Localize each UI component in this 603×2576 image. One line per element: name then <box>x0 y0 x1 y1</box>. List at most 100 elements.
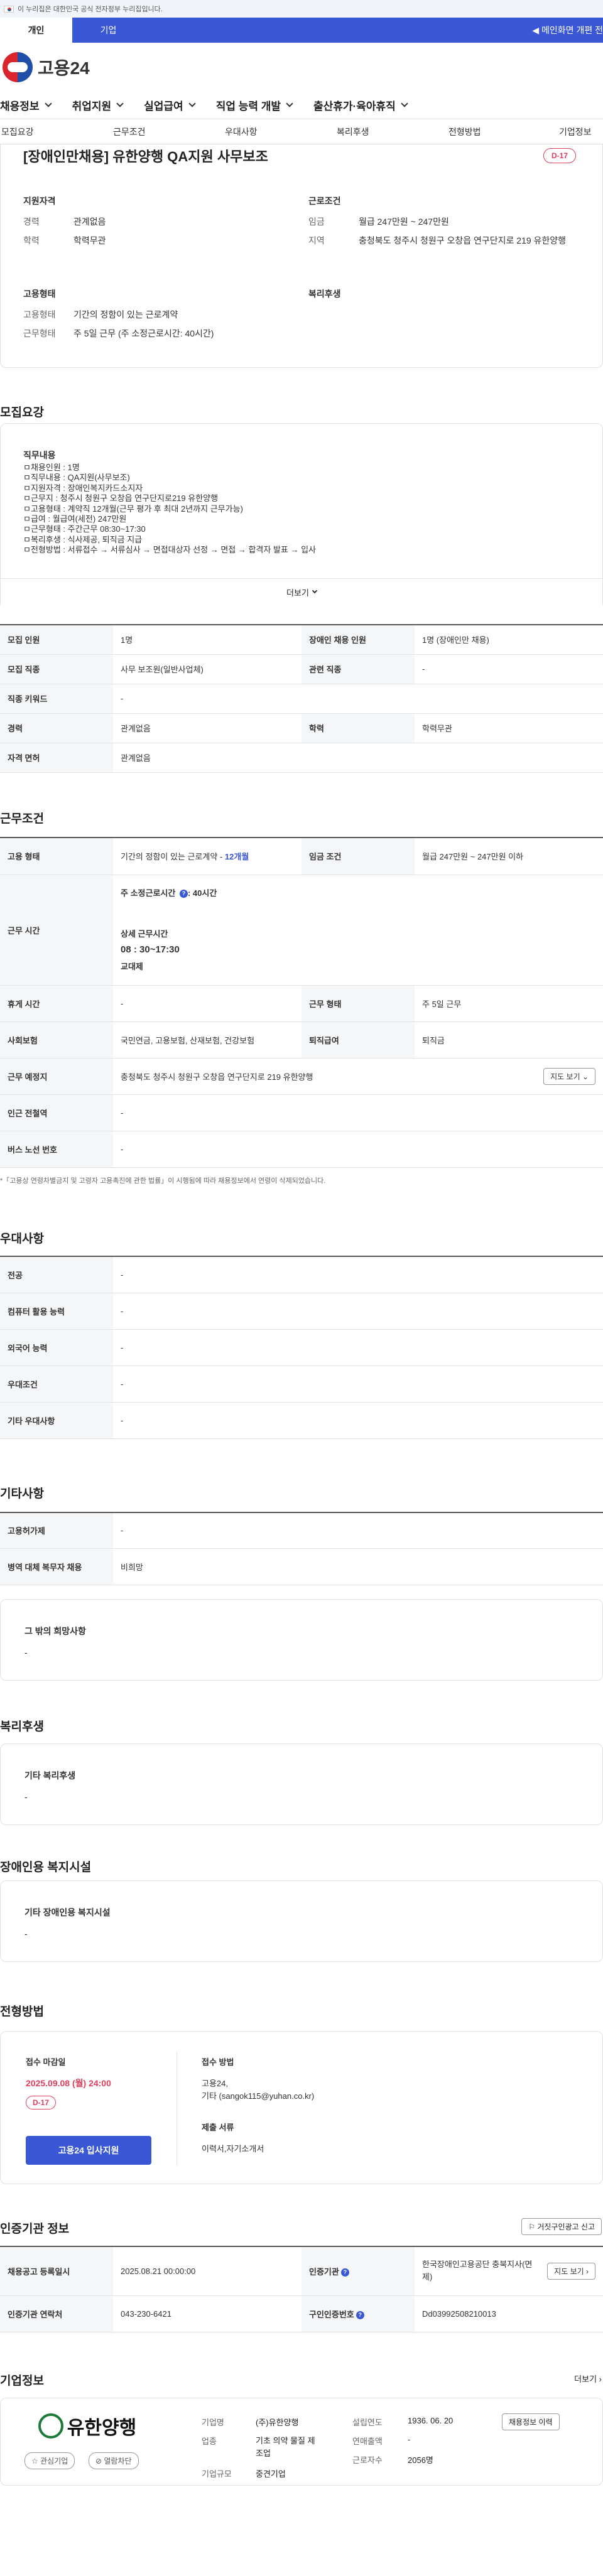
emp-months: 12개월 <box>224 852 249 862</box>
tab-company[interactable]: 기업 <box>72 18 144 43</box>
cell-header: 관련 직종 <box>302 654 415 684</box>
etc-header: 기타사항 <box>0 1439 603 1512</box>
other-wish-box: 그 밖의 희망사항 - <box>0 1599 603 1681</box>
recruit-header: 모집요강 <box>0 368 603 423</box>
table-row: 근무 예정지 충청북도 청주시 청원구 오창읍 연구단지로 219 유한양행 지… <box>0 1058 603 1095</box>
cell-value: 퇴직금 <box>415 1021 603 1059</box>
pref-table: 전공 - 컴퓨터 활용 능력 - 외국어 능력 - 우대조건 - 기타 우대사항 - <box>0 1256 603 1439</box>
pref-header: 우대사항 <box>0 1193 603 1256</box>
method-title: 접수 방법 <box>202 2057 234 2067</box>
welfare-title-small: 복리후생 <box>308 289 341 299</box>
table-row: 고용허가제 - <box>0 1512 603 1549</box>
cell-header: 경력 <box>0 713 113 743</box>
anchor-company[interactable]: 기업정보 <box>559 126 592 138</box>
nav-leave[interactable]: 출산휴가·육아휴직 <box>313 97 408 113</box>
nav-jobs[interactable]: 채용정보 <box>0 97 52 113</box>
size-label: 기업규모 <box>202 2469 232 2479</box>
founded-label: 설립연도 <box>352 2417 383 2427</box>
chevron-down-icon <box>312 588 318 594</box>
org-label: 인증기관 <box>309 2266 339 2277</box>
cell-value: 주 5일 근무 <box>415 985 603 1022</box>
job-history-button[interactable]: 채용정보 이력 <box>502 2413 560 2430</box>
chevron-down-icon <box>286 100 293 107</box>
cell-value: 한국장애인고용공단 충북지사(면제) 지도 보기 › <box>415 2246 603 2296</box>
duty-title: 직무내용 <box>23 450 56 460</box>
emp-type-text: 기간의 정함이 있는 근로계약 - <box>121 852 223 862</box>
cell-value: 충청북도 청주시 청원구 오창읍 연구단지로 219 유한양행 지도 보기 ⌄ <box>113 1058 603 1095</box>
job-summary-card: [장애인만채용] 유한양행 QA지원 사무보조 D-17 지원자격 경력 관계없음… <box>0 144 603 368</box>
more-button[interactable]: 더보기 <box>1 578 602 606</box>
anchor-recruit[interactable]: 모집요강 <box>1 126 34 138</box>
old-main-link[interactable]: ◀ 메인화면 개편 전 <box>532 18 603 43</box>
cell-header: 우대조건 <box>0 1366 113 1403</box>
cell-value: 관계없음 <box>113 713 302 743</box>
table-row: 직종 키워드 - <box>0 684 603 714</box>
anchor-process[interactable]: 전형방법 <box>448 126 481 138</box>
cell-value: 043-230-6421 <box>113 2295 302 2332</box>
recruit-table: 모집 인원 1명 장애인 채용 인원 1명 (장애인만 채용) 모집 직종 사무 보조원… <box>0 624 603 773</box>
table-row: 모집 직종 사무 보조원(일반사업체) 관련 직종 - <box>0 654 603 684</box>
company-more-link[interactable]: 더보기 › <box>574 2373 602 2385</box>
nav-label: 실업급여 <box>144 100 183 112</box>
welfare-box: 기타 복리후생 - <box>0 1743 603 1825</box>
industry-label: 업종 <box>202 2436 217 2446</box>
anchor-pref[interactable]: 우대사항 <box>225 126 258 138</box>
disabled-title: 장애인용 복지시설 <box>0 1861 92 1874</box>
cell-header: 고용허가제 <box>0 1512 113 1549</box>
cell-value: 주 소정근로시간 ?: 40시간 상세 근무시간 08 : 30~17:30 교… <box>113 875 603 986</box>
report-button[interactable]: ⚐ 거짓구인광고 신고 <box>521 2218 602 2235</box>
table-row: 인증기관 연락처 043-230-6421 구인인증번호? Dd03992508… <box>0 2295 603 2332</box>
user-type-tabs: 개인 기업 ◀ 메인화면 개편 전 <box>0 18 603 43</box>
etc-title: 기타사항 <box>0 1487 44 1501</box>
gov-notice-text: 이 누리집은 대한민국 공식 전자정부 누리집입니다. <box>18 6 163 13</box>
welfare-title: 복리후생 <box>0 1720 44 1733</box>
cell-header: 병역 대체 복무자 채용 <box>0 1548 113 1585</box>
info-icon[interactable]: ? <box>179 890 188 898</box>
anchor-work[interactable]: 근무조건 <box>113 126 146 138</box>
apply-button[interactable]: 고용24 입사지원 <box>26 2136 151 2165</box>
cert-title: 인증기관 정보 <box>0 2223 70 2236</box>
duty-line: ㅁ지원자격 : 장애인복지카드소지자 <box>23 483 143 493</box>
tab-personal[interactable]: 개인 <box>0 18 72 43</box>
map-button[interactable]: 지도 보기 › <box>547 2262 595 2280</box>
table-row: 채용공고 등록일시 2025.08.21 00:00:00 인증기관? 한국장애… <box>0 2246 603 2296</box>
info-icon[interactable]: ? <box>340 2268 349 2277</box>
company-box: 유한양행 ☆ 관심기업 ⊘ 열람차단 기업명 (주)유한양행 업종 기초 의약 … <box>0 2397 603 2486</box>
anchor-welfare[interactable]: 복리후생 <box>337 126 369 138</box>
cell-header: 모집 인원 <box>0 625 113 655</box>
table-row: 외국어 능력 - <box>0 1329 603 1366</box>
work-title: 근무조건 <box>0 812 44 826</box>
process-header: 전형방법 <box>0 1962 603 2031</box>
duty-line: ㅁ복리후생 : 식사제공, 퇴직금 지급 <box>23 534 143 544</box>
table-row: 사회보험 국민연금, 고용보험, 산재보험, 건강보험 퇴직급여 퇴직금 <box>0 1021 603 1059</box>
nav-unemployment[interactable]: 실업급여 <box>144 97 196 113</box>
place-text: 충청북도 청주시 청원구 오창읍 연구단지로 219 유한양행 <box>121 1072 313 1082</box>
cell-value: 월급 247만원 ~ 247만원 이하 <box>415 837 603 875</box>
info-icon[interactable]: ? <box>356 2310 364 2319</box>
cell-value: 기간의 정함이 있는 근로계약 - 12개월 <box>113 837 302 875</box>
type-title: 고용형태 <box>23 289 56 299</box>
hours-detail-title: 상세 근무시간 <box>121 929 168 939</box>
nav-training[interactable]: 직업 능력 개발 <box>216 97 293 113</box>
company-header: 기업정보 더보기 › <box>0 2332 603 2398</box>
cell-value: 사무 보조원(일반사업체) <box>113 654 302 684</box>
work-table: 고용 형태 기간의 정함이 있는 근로계약 - 12개월 임금 조건 월급 24… <box>0 836 603 1168</box>
size-value: 중견기업 <box>256 2469 286 2479</box>
cell-header: 외국어 능력 <box>0 1329 113 1366</box>
kv-key: 경력 <box>23 217 40 227</box>
site-logo[interactable]: 고용24 <box>0 43 603 92</box>
map-button[interactable]: 지도 보기 ⌄ <box>543 1068 595 1085</box>
korea-flag-icon <box>4 5 14 13</box>
cell-value: 2025.08.21 00:00:00 <box>113 2246 302 2296</box>
table-row: 근무 시간 주 소정근로시간 ?: 40시간 상세 근무시간 08 : 30~1… <box>0 875 603 986</box>
nav-support[interactable]: 취업지원 <box>72 97 124 113</box>
cell-header: 구인인증번호? <box>302 2295 415 2332</box>
cell-value: - <box>113 1293 603 1330</box>
logo-text: 고용24 <box>38 58 90 78</box>
company-logo: 유한양행 <box>24 2410 150 2442</box>
cell-value: - <box>113 1256 603 1293</box>
favorite-button[interactable]: ☆ 관심기업 <box>24 2452 75 2469</box>
org-value: 한국장애인고용공단 충북지사(면제) <box>422 2260 533 2282</box>
sales-value: - <box>408 2434 411 2444</box>
block-button[interactable]: ⊘ 열람차단 <box>89 2452 139 2469</box>
